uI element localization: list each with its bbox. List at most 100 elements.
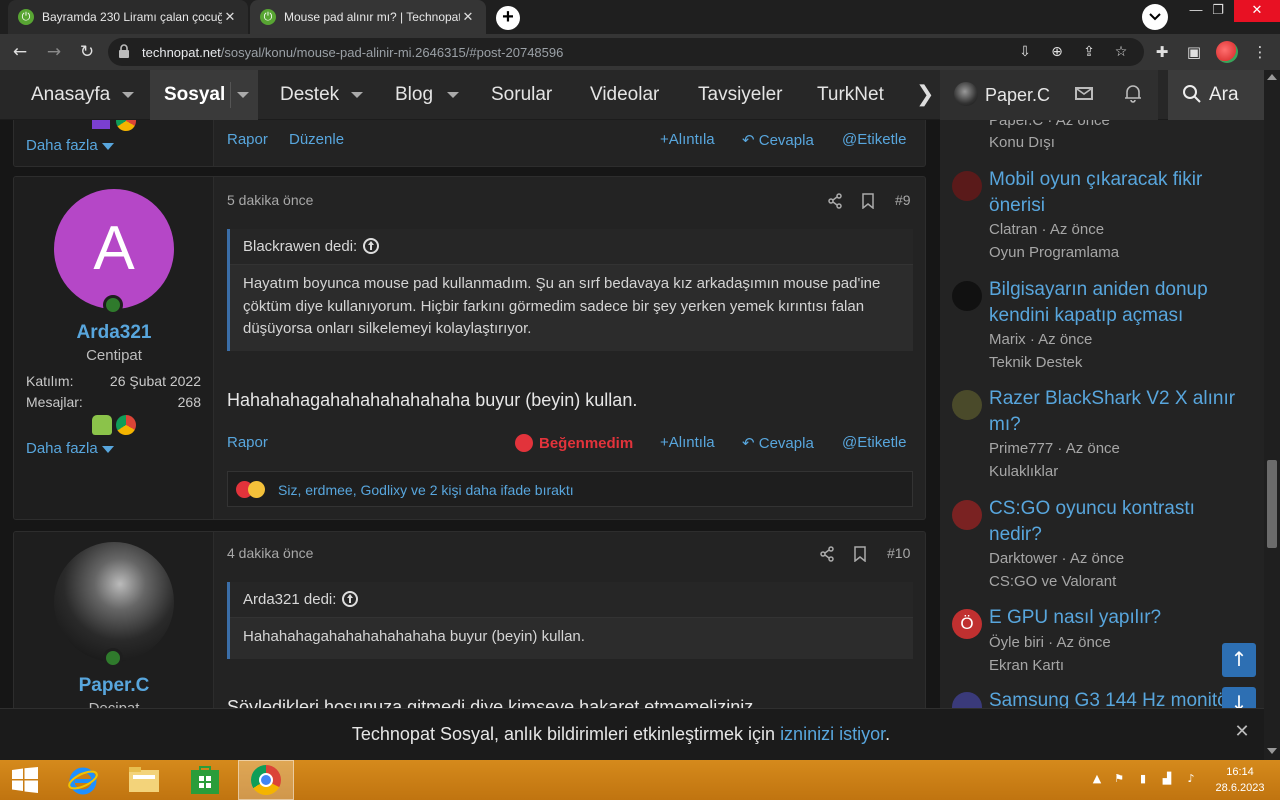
tab-mouse-pad[interactable]: ⏻ Mouse pad alınır mı? | Technopat ✕ [250, 0, 486, 34]
post-username[interactable]: Paper.C [14, 675, 214, 697]
nav-destek[interactable]: Destek [266, 70, 339, 120]
quote-header[interactable]: Arda321 dedi: [230, 582, 913, 618]
bell-icon[interactable] [1123, 83, 1143, 103]
chevron-down-icon[interactable] [447, 92, 459, 98]
thread-title-link[interactable]: Bilgisayarın aniden donup kendini kapatı… [989, 277, 1239, 329]
edit-link[interactable]: Düzenle [289, 131, 344, 148]
tag-button[interactable]: @Etiketle [842, 131, 906, 148]
more-toggle[interactable]: Daha fazla [26, 137, 114, 154]
tab-bayramda[interactable]: ⏻ Bayramda 230 Liramı çalan çocuğ ✕ [8, 0, 248, 34]
reply-button[interactable]: ↶ Cevapla [742, 131, 814, 149]
battery-icon[interactable]: ▮ [1136, 772, 1150, 786]
avatar[interactable] [952, 171, 982, 201]
forward-icon[interactable]: → [42, 40, 66, 64]
avatar[interactable] [952, 500, 982, 530]
nav-blog[interactable]: Blog [381, 70, 433, 120]
bookmark-icon[interactable] [852, 546, 868, 562]
volume-icon[interactable]: ♪ [1184, 772, 1198, 786]
thread-forum[interactable]: Konu Dışı [989, 134, 1055, 151]
thread-title-link[interactable]: E GPU nasıl yapılır? [989, 605, 1239, 631]
avatar[interactable]: A [54, 189, 174, 309]
avatar[interactable] [54, 542, 174, 662]
report-link[interactable]: Rapor [227, 131, 268, 148]
bookmark-icon[interactable] [860, 193, 876, 209]
zoom-icon[interactable]: ⊕ [1048, 43, 1066, 61]
taskbar-ie[interactable] [55, 760, 111, 800]
nav-more-arrow-icon[interactable]: ❯ [916, 82, 934, 107]
nav-videolar[interactable]: Videolar [576, 70, 659, 120]
scroll-up-arrow-icon[interactable] [1267, 74, 1277, 80]
post-time[interactable]: 4 dakika önce [227, 545, 313, 561]
extensions-puzzle-icon[interactable]: ✚ [1152, 42, 1172, 62]
bookmark-star-icon[interactable]: ☆ [1112, 43, 1130, 61]
quote-button[interactable]: +Alıntıla [660, 131, 715, 148]
tag-button[interactable]: @Etiketle [842, 434, 906, 451]
nav-sorular[interactable]: Sorular [477, 70, 552, 120]
scrollbar-thumb[interactable] [1267, 460, 1277, 548]
tab-search-button[interactable] [1142, 4, 1168, 30]
window-close-button[interactable]: ✕ [1234, 0, 1280, 22]
scroll-top-button[interactable]: ↑ [1222, 643, 1256, 677]
reload-icon[interactable]: ↻ [75, 40, 99, 64]
quote-button[interactable]: +Alıntıla [660, 434, 715, 451]
new-tab-button[interactable]: + [496, 6, 520, 30]
thread-meta[interactable]: Clatran · Az önce [989, 221, 1104, 238]
reactions-bar[interactable]: Siz, erdmee, Godlixy ve 2 kişi daha ifad… [227, 471, 913, 507]
thread-forum[interactable]: Kulaklıklar [989, 463, 1058, 480]
quote-header[interactable]: Blackrawen dedi: [230, 229, 913, 265]
avatar[interactable] [952, 390, 982, 420]
thread-meta[interactable]: Marix · Az önce [989, 331, 1092, 348]
share-icon[interactable] [827, 193, 843, 209]
post-time[interactable]: 5 dakika önce [227, 192, 313, 208]
profile-avatar[interactable] [1216, 41, 1238, 63]
tab-close-icon[interactable]: ✕ [222, 9, 238, 25]
taskbar-explorer[interactable] [116, 760, 172, 800]
chevron-down-icon[interactable] [351, 92, 363, 98]
thread-title-link[interactable]: Razer BlackShark V2 X alınır mı? [989, 386, 1239, 438]
avatar[interactable]: Ö [952, 609, 982, 639]
arrow-up-circle-icon[interactable] [342, 591, 359, 607]
nav-anasayfa[interactable]: Anasayfa [17, 70, 110, 120]
thread-forum[interactable]: Ekran Kartı [989, 657, 1064, 674]
address-bar[interactable]: technopat.net/sosyal/konu/mouse-pad-alin… [108, 38, 1144, 66]
thread-forum[interactable]: CS:GO ve Valorant [989, 573, 1116, 590]
thread-title-link[interactable]: Samsung G3 144 Hz monitör [989, 688, 1239, 708]
thread-meta[interactable]: Prime777 · Az önce [989, 440, 1120, 457]
taskbar-store[interactable] [177, 760, 233, 800]
start-button[interactable] [0, 760, 50, 800]
post-number[interactable]: #10 [887, 545, 910, 561]
share-icon[interactable] [819, 546, 835, 562]
page-scrollbar[interactable] [1264, 70, 1280, 760]
more-toggle[interactable]: Daha fazla [26, 440, 114, 457]
thread-meta[interactable]: Paper.C · Az önce [989, 120, 1110, 129]
thread-meta[interactable]: Öyle biri · Az önce [989, 634, 1111, 651]
kebab-menu-icon[interactable]: ⋮ [1250, 42, 1270, 62]
reactions-text[interactable]: Siz, erdmee, Godlixy ve 2 kişi daha ifad… [278, 472, 574, 508]
arrow-up-circle-icon[interactable] [363, 238, 380, 254]
taskbar-clock[interactable]: 16:14 28.6.2023 [1212, 764, 1268, 796]
thread-forum[interactable]: Teknik Destek [989, 354, 1082, 371]
tab-close-icon[interactable]: ✕ [460, 9, 476, 25]
notice-close-icon[interactable]: ✕ [1232, 722, 1252, 742]
report-link[interactable]: Rapor [227, 434, 268, 451]
permission-link[interactable]: izninizi istiyor [780, 724, 885, 744]
mail-icon[interactable] [1075, 87, 1093, 100]
reply-button[interactable]: ↶ Cevapla [742, 434, 814, 452]
dislike-button[interactable]: Beğenmedim [515, 434, 633, 452]
restore-button[interactable]: ❐ [1198, 0, 1238, 22]
network-icon[interactable]: ▟ [1160, 772, 1174, 786]
nav-tavsiyeler[interactable]: Tavsiyeler [684, 70, 782, 120]
back-icon[interactable]: ← [8, 40, 32, 64]
thread-forum[interactable]: Oyun Programlama [989, 244, 1119, 261]
install-app-icon[interactable]: ⇩ [1016, 43, 1034, 61]
post-username[interactable]: Arda321 [14, 322, 214, 344]
side-panel-icon[interactable]: ▣ [1184, 42, 1204, 62]
tray-expand-icon[interactable]: ▲ [1090, 772, 1104, 786]
post-number[interactable]: #9 [895, 192, 911, 208]
share-icon[interactable]: ⇪ [1080, 43, 1098, 61]
thread-title-link[interactable]: Mobil oyun çıkaracak fikir önerisi [989, 167, 1239, 219]
thread-meta[interactable]: Darktower · Az önce [989, 550, 1124, 567]
thread-title-link[interactable]: CS:GO oyuncu kontrastı nedir? [989, 496, 1239, 548]
scroll-down-arrow-icon[interactable] [1267, 748, 1277, 754]
user-menu[interactable]: Paper.C [940, 70, 1158, 120]
